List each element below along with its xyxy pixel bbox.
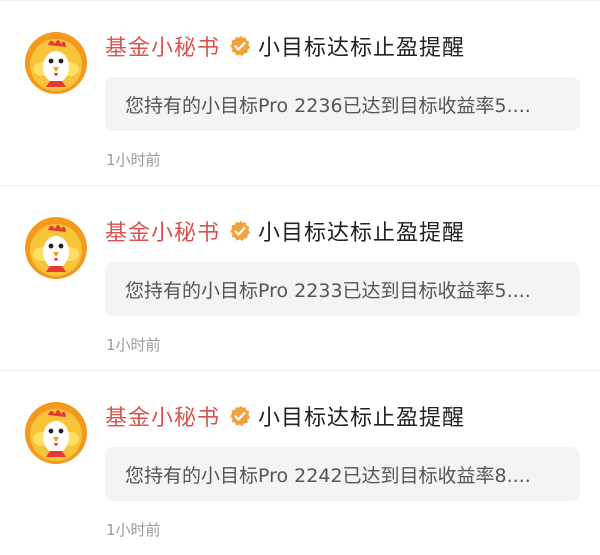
notification-title: 小目标达标止盈提醒 — [258, 406, 466, 431]
message-bubble[interactable]: 您持有的小目标Pro 2233已达到目标收益率5.... — [105, 262, 580, 316]
chicken-mascot-icon[interactable] — [24, 31, 88, 95]
notification-title: 小目标达标止盈提醒 — [258, 36, 466, 61]
sender-name: 基金小秘书 — [105, 221, 221, 246]
notification-header: 基金小秘书 小目标达标止盈提醒 — [105, 30, 465, 62]
notification-item[interactable]: 基金小秘书 小目标达标止盈提醒 您持有的小目标Pro 2242已达到目标收益率8… — [0, 370, 600, 555]
notification-header: 基金小秘书 小目标达标止盈提醒 — [105, 400, 465, 432]
notification-header: 基金小秘书 小目标达标止盈提醒 — [105, 215, 465, 247]
notification-item[interactable]: 基金小秘书 小目标达标止盈提醒 您持有的小目标Pro 2236已达到目标收益率5… — [0, 0, 600, 185]
message-bubble[interactable]: 您持有的小目标Pro 2242已达到目标收益率8.... — [105, 447, 580, 501]
notification-title: 小目标达标止盈提醒 — [258, 221, 466, 246]
chicken-mascot-icon[interactable] — [24, 216, 88, 280]
sender-name: 基金小秘书 — [105, 406, 221, 431]
sender-name: 基金小秘书 — [105, 36, 221, 61]
verified-badge-icon — [228, 34, 252, 58]
timestamp: 1小时前 — [106, 521, 161, 539]
verified-badge-icon — [228, 404, 252, 428]
timestamp: 1小时前 — [106, 151, 161, 169]
verified-badge-icon — [228, 219, 252, 243]
chicken-mascot-icon[interactable] — [24, 401, 88, 465]
message-bubble[interactable]: 您持有的小目标Pro 2236已达到目标收益率5.... — [105, 77, 580, 131]
notification-item[interactable]: 基金小秘书 小目标达标止盈提醒 您持有的小目标Pro 2233已达到目标收益率5… — [0, 185, 600, 370]
timestamp: 1小时前 — [106, 336, 161, 354]
